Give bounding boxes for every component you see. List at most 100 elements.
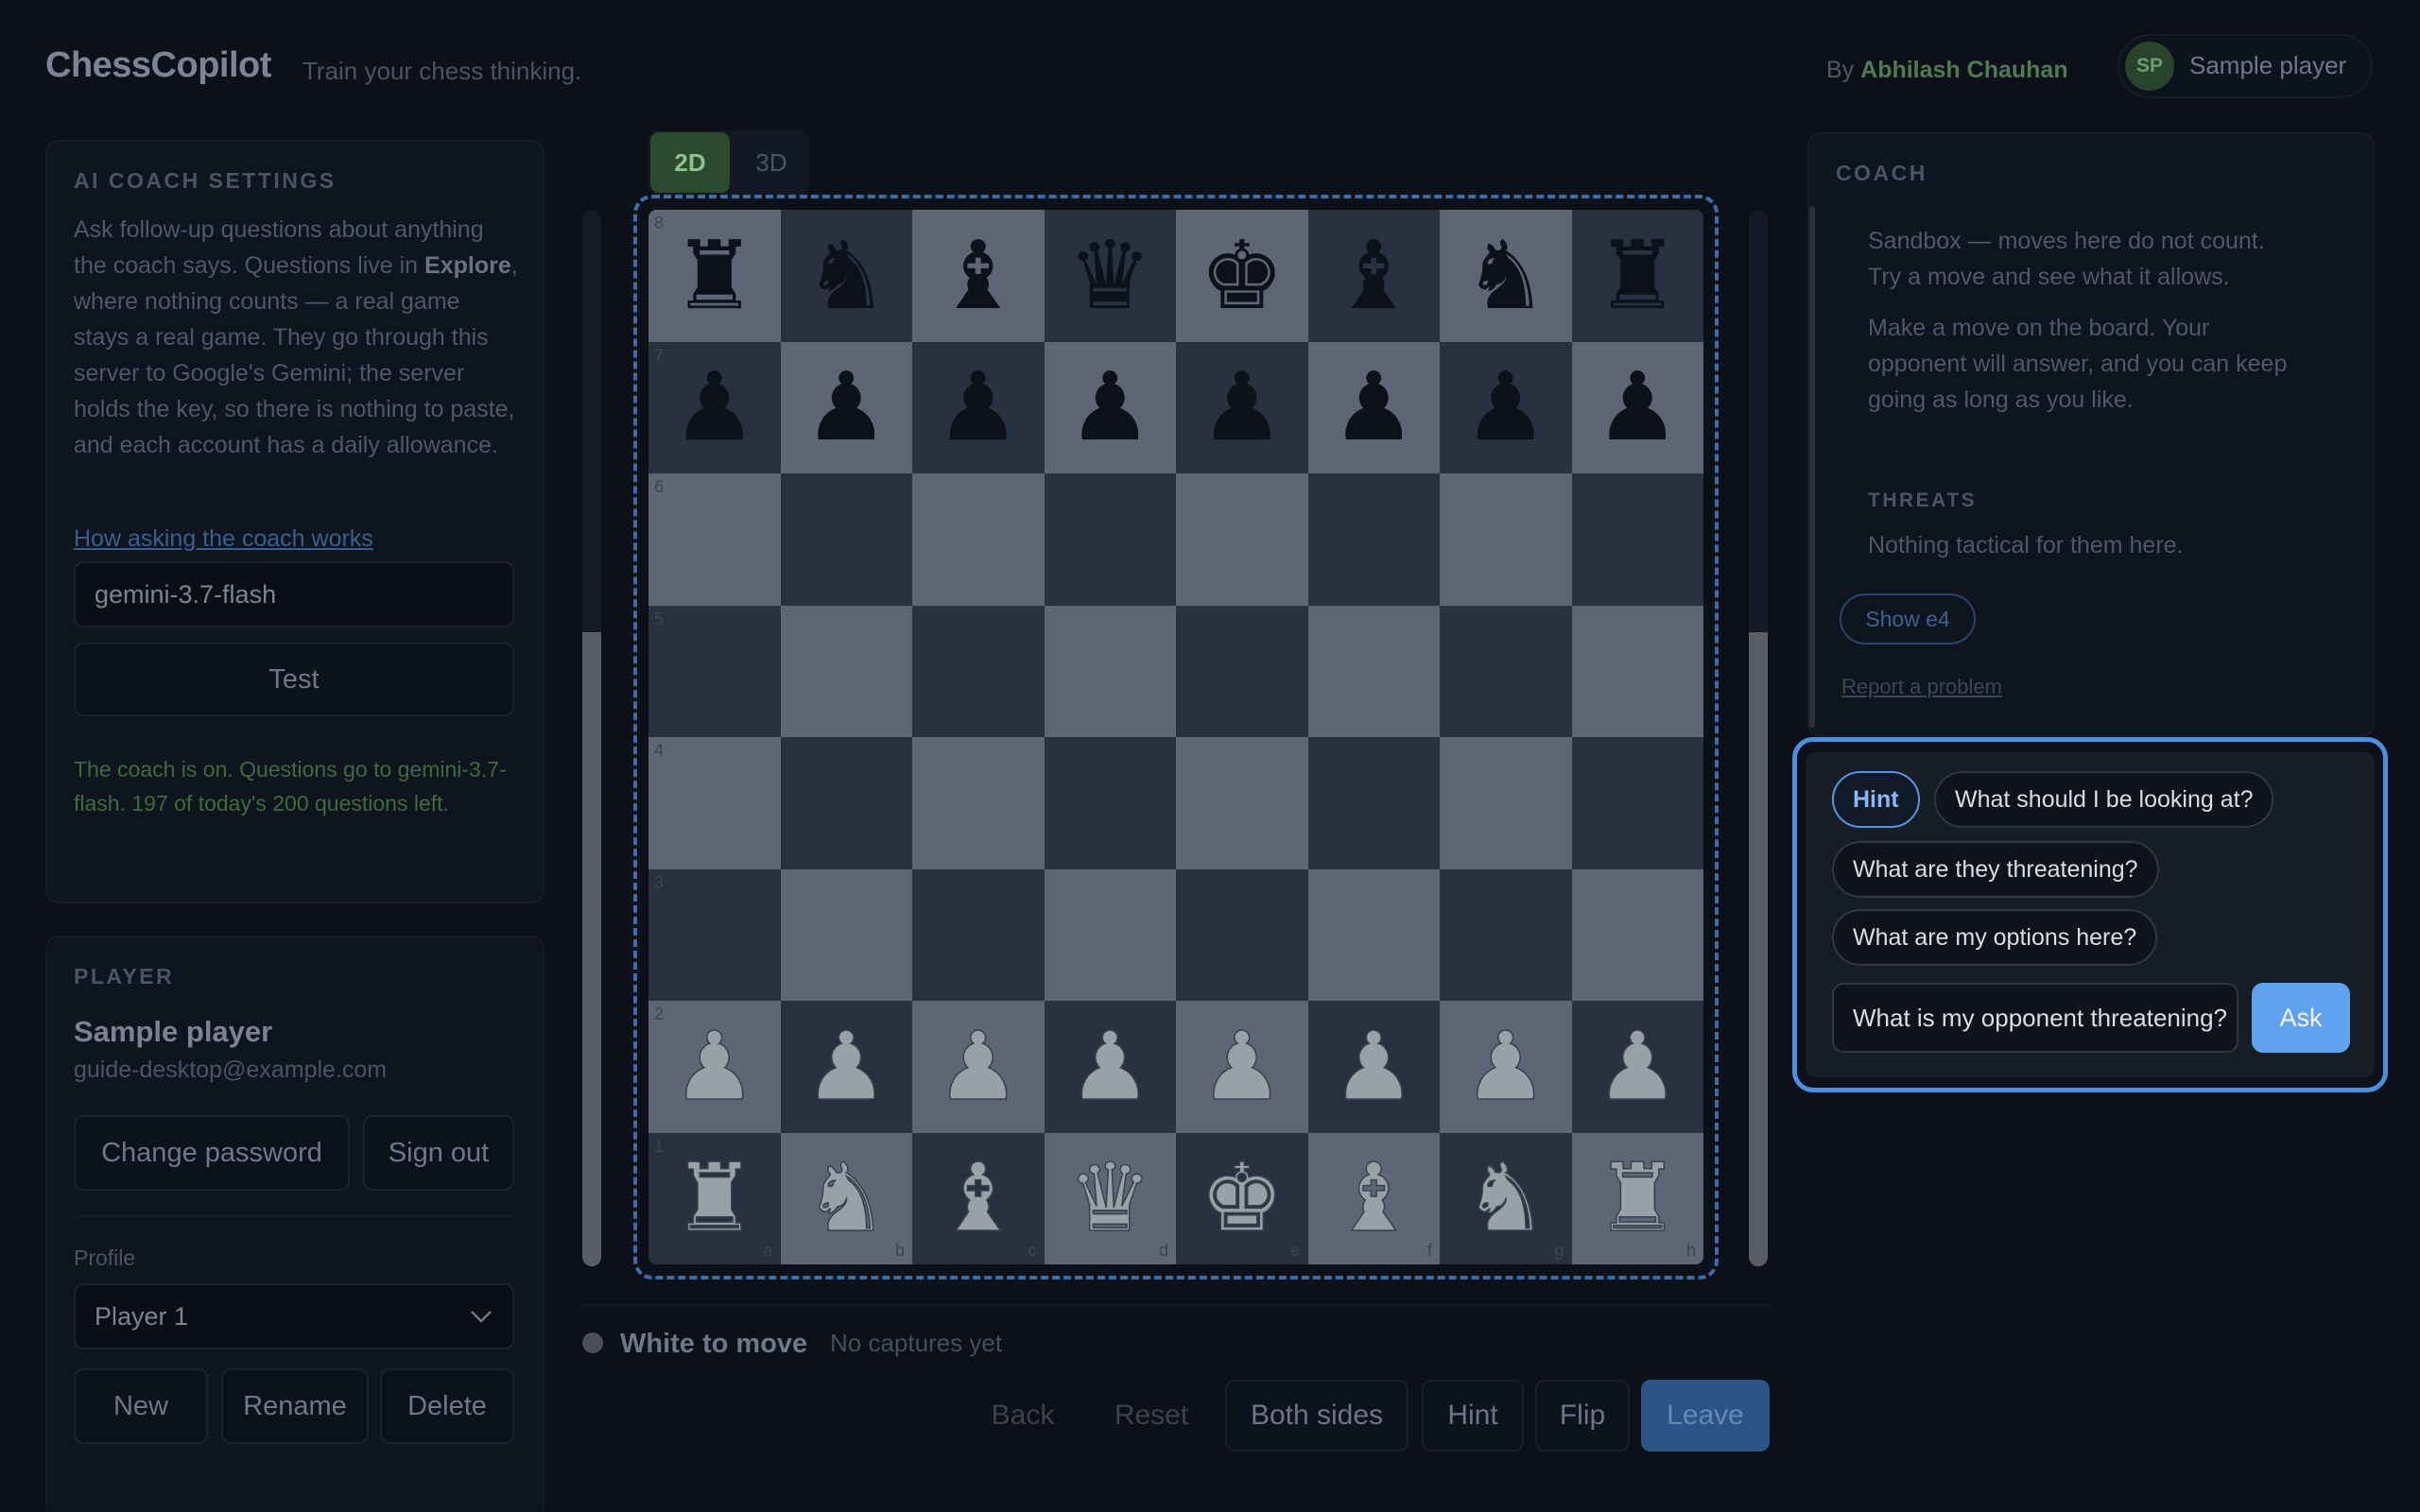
show-move-button[interactable]: Show e4	[1840, 593, 1976, 644]
square-g5[interactable]	[1440, 605, 1572, 737]
square-a4[interactable]: 4	[648, 737, 781, 869]
black-knight-icon[interactable]: ♞	[1463, 228, 1548, 323]
square-e4[interactable]	[1176, 737, 1308, 869]
white-pawn-icon[interactable]: ♟	[804, 1019, 890, 1115]
square-b1[interactable]: b ♞	[780, 1132, 912, 1264]
ask-button[interactable]: Ask	[2252, 983, 2350, 1053]
square-b6[interactable]	[780, 473, 912, 606]
square-f1[interactable]: f ♝	[1307, 1132, 1440, 1264]
square-d3[interactable]	[1044, 868, 1176, 1001]
square-e5[interactable]	[1176, 605, 1308, 737]
square-b7[interactable]: ♟	[780, 341, 912, 473]
square-a5[interactable]: 5	[648, 605, 781, 737]
black-pawn-icon[interactable]: ♟	[672, 360, 757, 455]
square-a7[interactable]: 7 ♟	[648, 341, 781, 473]
view-3d-button[interactable]: 3D	[734, 132, 809, 193]
white-pawn-icon[interactable]: ♟	[1331, 1019, 1417, 1115]
black-king-icon[interactable]: ♚	[1200, 228, 1285, 323]
app-logo[interactable]: ChessCopilot	[45, 45, 271, 86]
test-button[interactable]: Test	[74, 643, 514, 716]
white-pawn-icon[interactable]: ♟	[1199, 1019, 1285, 1115]
white-pawn-icon[interactable]: ♟	[671, 1019, 757, 1115]
square-a3[interactable]: 3	[648, 868, 781, 1001]
square-a1[interactable]: 1 a ♜	[648, 1132, 781, 1264]
white-pawn-icon[interactable]: ♟	[1462, 1019, 1548, 1115]
chip-hint[interactable]: Hint	[1832, 771, 1920, 828]
black-rook-icon[interactable]: ♜	[672, 228, 757, 323]
square-b8[interactable]: ♞	[780, 210, 912, 342]
black-bishop-icon[interactable]: ♝	[936, 228, 1021, 323]
change-password-button[interactable]: Change password	[74, 1115, 350, 1191]
square-g4[interactable]	[1440, 737, 1572, 869]
white-pawn-icon[interactable]: ♟	[1595, 1019, 1681, 1115]
square-d8[interactable]: ♛	[1044, 210, 1176, 342]
black-pawn-icon[interactable]: ♟	[1200, 360, 1285, 455]
square-c1[interactable]: c ♝	[912, 1132, 1045, 1264]
square-f4[interactable]	[1307, 737, 1440, 869]
model-input[interactable]: gemini-3.7-flash	[74, 561, 514, 627]
chess-board[interactable]: 8 ♜ ♞ ♝ ♛ ♚ ♝ ♞ ♜ 7 ♟ ♟ ♟ ♟ ♟ ♟ ♟ ♟ 6 5 4 3 2 ♟ ♟ ♟ ♟ ♟ ♟ ♟ ♟ 1 a ♜ b ♞ c ♝ d ♛…	[648, 210, 1703, 1264]
white-bishop-icon[interactable]: ♝	[1331, 1150, 1417, 1246]
white-pawn-icon[interactable]: ♟	[935, 1019, 1021, 1115]
square-a8[interactable]: 8 ♜	[648, 210, 781, 342]
black-pawn-icon[interactable]: ♟	[936, 360, 1021, 455]
square-c6[interactable]	[912, 473, 1045, 606]
white-king-icon[interactable]: ♚	[1199, 1150, 1285, 1246]
square-e1[interactable]: e ♚	[1176, 1132, 1308, 1264]
black-queen-icon[interactable]: ♛	[1067, 228, 1152, 323]
square-f6[interactable]	[1307, 473, 1440, 606]
square-h7[interactable]: ♟	[1571, 341, 1703, 473]
black-knight-icon[interactable]: ♞	[804, 228, 889, 323]
chip-options[interactable]: What are my options here?	[1832, 909, 2158, 966]
back-button[interactable]: Back	[972, 1380, 1074, 1452]
chip-what-to-look-at[interactable]: What should I be looking at?	[1934, 771, 2274, 828]
white-rook-icon[interactable]: ♜	[1595, 1150, 1681, 1246]
white-rook-icon[interactable]: ♜	[671, 1150, 757, 1246]
square-b4[interactable]	[780, 737, 912, 869]
square-g1[interactable]: g ♞	[1440, 1132, 1572, 1264]
delete-profile-button[interactable]: Delete	[380, 1368, 514, 1444]
square-b2[interactable]: ♟	[780, 1001, 912, 1133]
square-g8[interactable]: ♞	[1440, 210, 1572, 342]
square-h3[interactable]	[1571, 868, 1703, 1001]
square-d4[interactable]	[1044, 737, 1176, 869]
square-e7[interactable]: ♟	[1176, 341, 1308, 473]
chip-threats[interactable]: What are they threatening?	[1832, 841, 2159, 898]
square-h6[interactable]	[1571, 473, 1703, 606]
square-d5[interactable]	[1044, 605, 1176, 737]
black-pawn-icon[interactable]: ♟	[1331, 360, 1416, 455]
white-bishop-icon[interactable]: ♝	[935, 1150, 1021, 1246]
square-c2[interactable]: ♟	[912, 1001, 1045, 1133]
leave-button[interactable]: Leave	[1641, 1380, 1770, 1452]
black-pawn-icon[interactable]: ♟	[1595, 360, 1680, 455]
square-h2[interactable]: ♟	[1571, 1001, 1703, 1133]
new-profile-button[interactable]: New	[74, 1368, 208, 1444]
square-c8[interactable]: ♝	[912, 210, 1045, 342]
square-g3[interactable]	[1440, 868, 1572, 1001]
rename-profile-button[interactable]: Rename	[221, 1368, 369, 1444]
square-h1[interactable]: h ♜	[1571, 1132, 1703, 1264]
square-d2[interactable]: ♟	[1044, 1001, 1176, 1133]
white-pawn-icon[interactable]: ♟	[1067, 1019, 1153, 1115]
square-h8[interactable]: ♜	[1571, 210, 1703, 342]
square-h4[interactable]	[1571, 737, 1703, 869]
square-f8[interactable]: ♝	[1307, 210, 1440, 342]
square-g7[interactable]: ♟	[1440, 341, 1572, 473]
ask-input[interactable]: What is my opponent threatening?	[1832, 983, 2238, 1053]
square-e6[interactable]	[1176, 473, 1308, 606]
square-d1[interactable]: d ♛	[1044, 1132, 1176, 1264]
square-f5[interactable]	[1307, 605, 1440, 737]
square-c3[interactable]	[912, 868, 1045, 1001]
square-e3[interactable]	[1176, 868, 1308, 1001]
square-g6[interactable]	[1440, 473, 1572, 606]
flip-button[interactable]: Flip	[1535, 1380, 1630, 1452]
square-c7[interactable]: ♟	[912, 341, 1045, 473]
reset-button[interactable]: Reset	[1095, 1380, 1208, 1452]
coach-help-link[interactable]: How asking the coach works	[74, 525, 373, 553]
square-d7[interactable]: ♟	[1044, 341, 1176, 473]
both-sides-button[interactable]: Both sides	[1225, 1380, 1409, 1452]
square-c4[interactable]	[912, 737, 1045, 869]
profile-select[interactable]: Player 1	[74, 1283, 514, 1349]
white-queen-icon[interactable]: ♛	[1067, 1150, 1153, 1246]
square-a2[interactable]: 2 ♟	[648, 1001, 781, 1133]
